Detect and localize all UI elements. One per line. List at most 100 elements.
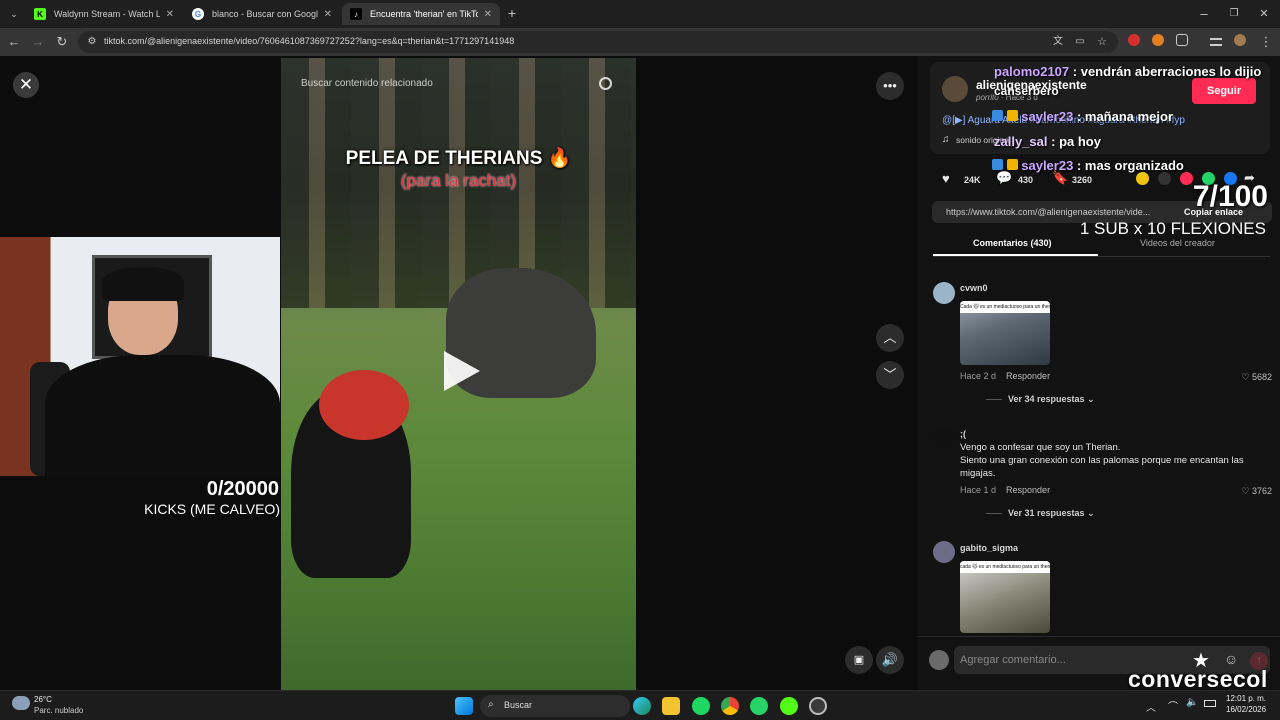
comment-image[interactable]: Cada 🐱 es un mediactuoso para un therian <box>960 301 1050 365</box>
forward-icon[interactable]: → <box>30 34 46 50</box>
volume-tray-icon[interactable]: 🔈 <box>1186 697 1198 708</box>
my-avatar[interactable] <box>929 650 949 670</box>
battery-icon[interactable] <box>1204 700 1216 707</box>
taskbar-search[interactable]: ⌕ Buscar <box>480 695 630 717</box>
like-count: 24K <box>964 175 981 185</box>
windows-start-icon[interactable] <box>455 697 473 715</box>
kick-app-icon[interactable] <box>780 697 798 715</box>
view-replies-button[interactable]: Ver 31 respuestas ⌄ <box>986 508 1095 519</box>
tiktok-page: ✕ Buscar contenido relacionado PELEA DE … <box>0 56 1280 690</box>
comment-bubble-icon[interactable]: 💬 <box>996 170 1012 186</box>
bookmark-star-icon[interactable]: ☆ <box>1094 34 1110 50</box>
pushup-counter: 7/100 <box>1192 180 1268 213</box>
tab-tiktok[interactable]: ♪ Encuentra 'therian' en TikTok | ... ✕ <box>342 3 500 25</box>
video-caption-subtitle: (para la rachat) <box>400 171 517 190</box>
kicks-goal-label: KICKS (ME CALVEO) <box>144 501 280 517</box>
comment-like-count: 3762 <box>1251 486 1272 496</box>
chat-text: : mañana mejor <box>1076 109 1174 124</box>
tab-title: Encuentra 'therian' en TikTok | ... <box>370 9 478 19</box>
site-info-icon[interactable]: ⚙ <box>84 34 100 50</box>
video-player[interactable]: Buscar contenido relacionado PELEA DE TH… <box>281 58 636 690</box>
chat-message: zally_sal : pa hoy <box>994 134 1101 149</box>
volume-button[interactable]: 🔊 <box>876 646 904 674</box>
close-video-button[interactable]: ✕ <box>13 72 39 98</box>
next-video-button[interactable]: ﹀ <box>876 361 904 389</box>
tiktok-share-icon[interactable] <box>1180 172 1193 185</box>
previous-video-button[interactable]: ︿ <box>876 324 904 352</box>
like-heart-icon[interactable]: ♥ <box>942 171 950 186</box>
edge-icon[interactable] <box>633 697 651 715</box>
chat-message: sayler23 : mas organizado <box>992 158 1184 173</box>
comment-divider <box>918 636 1280 637</box>
tab-comments[interactable]: Comentarios (430) <box>973 238 1052 248</box>
translate-icon[interactable]: 文 <box>1050 34 1066 50</box>
taskbar-search-label: Buscar <box>504 700 533 710</box>
embed-icon[interactable] <box>1158 172 1171 185</box>
comment-username[interactable]: gabito_sigma <box>960 543 1018 553</box>
comment-username[interactable]: cvwn0 <box>960 283 988 293</box>
windows-taskbar: 26°C Parc. nublado ⌕ Buscar ︿ ⌒ 🔈 12:01 … <box>0 690 1280 720</box>
spotify-icon[interactable] <box>692 697 710 715</box>
tab-creator-videos[interactable]: Videos del creador <box>1140 238 1215 248</box>
video-search-text[interactable]: Buscar contenido relacionado <box>301 78 433 89</box>
save-count: 3260 <box>1072 175 1093 185</box>
reply-button[interactable]: Responder <box>1006 485 1050 495</box>
profile-avatar[interactable] <box>1234 34 1246 46</box>
reload-icon[interactable]: ↻ <box>54 34 70 50</box>
wifi-icon[interactable]: ⌒ <box>1168 698 1178 713</box>
commenter-avatar[interactable] <box>933 427 955 449</box>
restore-icon[interactable]: ❐ <box>1226 6 1242 22</box>
tab-search-icon[interactable]: ⌄ <box>6 6 22 22</box>
view-replies-button[interactable]: Ver 34 respuestas ⌄ <box>986 394 1095 405</box>
extensions-puzzle-icon[interactable] <box>1176 34 1188 46</box>
author-avatar[interactable] <box>942 76 968 102</box>
clock-date[interactable]: 16/02/2026 <box>1226 705 1266 714</box>
cast-icon[interactable]: ▭ <box>1072 34 1088 50</box>
file-explorer-icon[interactable] <box>662 697 680 715</box>
pip-button[interactable]: ▣ <box>845 646 873 674</box>
tab-close-icon[interactable]: ✕ <box>166 9 174 20</box>
comment-text-line: Siento una gran conexión con las palomas… <box>960 455 1244 479</box>
streamer-webcam-overlay <box>0 237 280 476</box>
emoji-icon[interactable]: ☺ <box>1224 651 1238 667</box>
obs-icon[interactable] <box>809 697 827 715</box>
reading-list-icon[interactable] <box>1210 38 1222 46</box>
comment-image[interactable]: cada 🐱 es un mediactuoso para un therian <box>960 561 1050 633</box>
tab-google[interactable]: G blanco - Buscar con Google ✕ <box>184 3 340 25</box>
comment-likes[interactable]: ♡ 3762 <box>1241 486 1272 497</box>
minimize-icon[interactable]: – <box>1196 6 1212 22</box>
search-icon: ⌕ <box>488 699 494 710</box>
follow-button[interactable]: Seguir <box>1192 78 1256 104</box>
clock-time[interactable]: 12:01 p. m. <box>1226 694 1266 703</box>
bookmark-icon[interactable]: 🔖 <box>1052 170 1068 186</box>
commenter-avatar[interactable] <box>933 541 955 563</box>
commenter-avatar[interactable] <box>933 282 955 304</box>
search-icon[interactable] <box>599 77 612 90</box>
chat-user: palomo2107 <box>994 64 1070 79</box>
tab-kick[interactable]: K Waldynn Stream - Watch Live o ✕ <box>26 3 182 25</box>
address-bar[interactable]: ⚙ tiktok.com/@alienigenaexistente/video/… <box>78 31 1118 53</box>
tab-close-icon[interactable]: ✕ <box>324 9 332 20</box>
coin-icon[interactable] <box>1136 172 1149 185</box>
extension-orange-icon[interactable] <box>1152 34 1164 46</box>
tiktok-favicon-icon: ♪ <box>350 8 362 20</box>
comment-likes[interactable]: ♡ 5682 <box>1241 372 1272 383</box>
back-icon[interactable]: ← <box>6 34 22 50</box>
tray-chevron-icon[interactable]: ︿ <box>1146 699 1156 714</box>
more-options-button[interactable]: ••• <box>876 72 904 100</box>
window-close-icon[interactable]: ✕ <box>1256 6 1272 22</box>
video-caption-title: PELEA DE THERIANS 🔥 <box>281 146 636 170</box>
whatsapp-icon[interactable] <box>750 697 768 715</box>
weather-icon[interactable] <box>12 696 30 710</box>
tab-close-icon[interactable]: ✕ <box>484 9 492 20</box>
play-icon[interactable] <box>444 351 480 391</box>
comment-username[interactable]: ;( <box>960 429 966 439</box>
comment-time: Hace 2 d <box>960 371 997 381</box>
chrome-icon[interactable] <box>721 697 739 715</box>
browser-menu-icon[interactable]: ⋮ <box>1258 34 1274 50</box>
video-area: ✕ Buscar contenido relacionado PELEA DE … <box>0 56 918 690</box>
reply-button[interactable]: Responder <box>1006 371 1050 381</box>
extension-red-icon[interactable] <box>1128 34 1140 46</box>
weather-temp[interactable]: 26°C <box>34 695 52 704</box>
new-tab-button[interactable]: + <box>504 5 520 21</box>
